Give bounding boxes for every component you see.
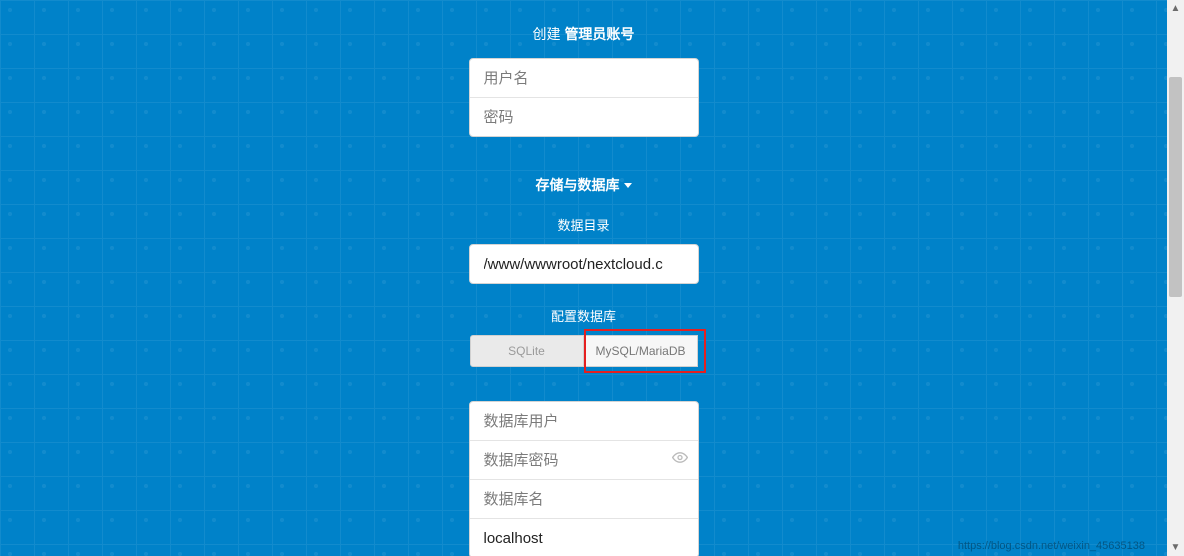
tab-mysql[interactable]: MySQL/MariaDB xyxy=(584,335,698,367)
db-password-field[interactable] xyxy=(470,440,698,479)
db-type-tabs: SQLite MySQL/MariaDB xyxy=(470,335,698,367)
data-dir-box xyxy=(469,244,699,284)
admin-username-input[interactable] xyxy=(482,69,686,88)
db-host-input[interactable] xyxy=(482,529,686,548)
tab-sqlite[interactable]: SQLite xyxy=(470,335,584,367)
scroll-up-arrow-icon[interactable]: ▲ xyxy=(1167,0,1184,17)
scroll-down-arrow-icon[interactable]: ▼ xyxy=(1167,539,1184,556)
data-dir-field[interactable] xyxy=(470,245,698,283)
db-name-field[interactable] xyxy=(470,479,698,518)
db-connection-box xyxy=(469,401,699,556)
eye-icon[interactable] xyxy=(672,450,688,471)
storage-db-toggle[interactable]: 存储与数据库 xyxy=(536,175,632,195)
db-host-field[interactable] xyxy=(470,518,698,556)
admin-heading-bold: 管理员账号 xyxy=(564,26,634,42)
admin-password-field[interactable] xyxy=(470,97,698,136)
admin-heading: 创建 管理员账号 xyxy=(533,24,635,44)
db-user-field[interactable] xyxy=(470,402,698,440)
db-password-input[interactable] xyxy=(482,451,686,470)
storage-db-label: 存储与数据库 xyxy=(536,175,620,195)
db-user-input[interactable] xyxy=(482,412,686,431)
scrollbar-thumb[interactable] xyxy=(1169,77,1182,297)
admin-credentials-box xyxy=(469,58,699,137)
db-name-input[interactable] xyxy=(482,490,686,509)
admin-username-field[interactable] xyxy=(470,59,698,97)
data-dir-input[interactable] xyxy=(482,255,686,274)
form-content: 创建 管理员账号 存储与数据库 数据目录 配置数据库 SQLite xyxy=(0,0,1167,556)
setup-page: 创建 管理员账号 存储与数据库 数据目录 配置数据库 SQLite xyxy=(0,0,1167,556)
browser-scrollbar[interactable]: ▲ ▼ xyxy=(1167,0,1184,556)
configure-db-label: 配置数据库 xyxy=(551,306,616,325)
admin-password-input[interactable] xyxy=(482,108,686,127)
scrollbar-track[interactable] xyxy=(1167,17,1184,539)
data-dir-label: 数据目录 xyxy=(557,215,609,234)
admin-heading-prefix: 创建 xyxy=(533,26,561,42)
caret-down-icon xyxy=(624,183,632,188)
